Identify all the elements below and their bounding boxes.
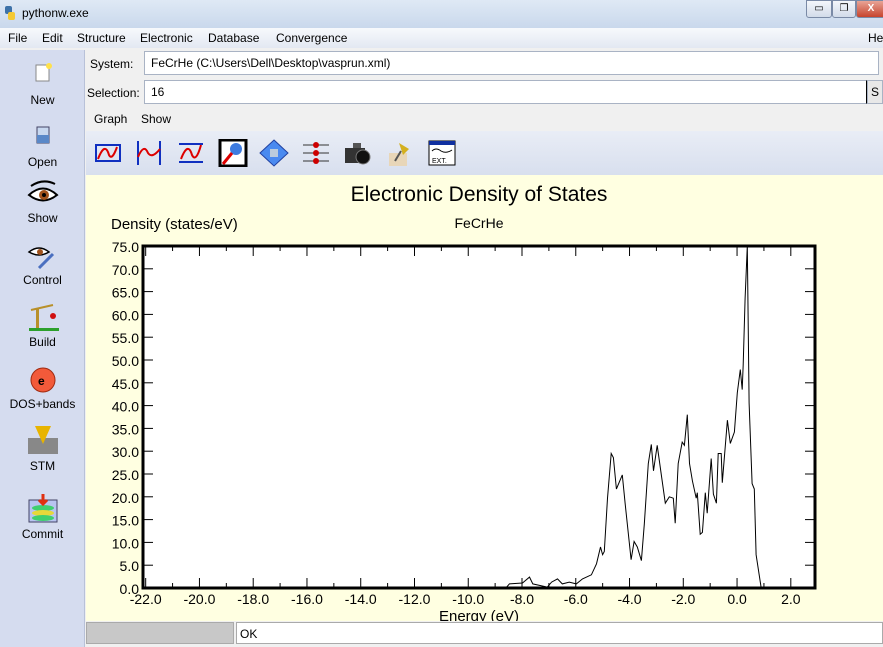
sidebar-item-label: New — [30, 93, 55, 107]
export-icon[interactable]: EXT. — [427, 139, 457, 167]
y-tick-label: 75.0 — [112, 239, 139, 255]
menu-bar: File Edit Structure Electronic Database … — [0, 28, 883, 48]
svg-text:EXT.: EXT. — [432, 158, 447, 165]
y-tick-label: 70.0 — [112, 262, 139, 278]
dos-chart: Electronic Density of States FeCrHe Dens… — [86, 175, 883, 625]
system-field[interactable]: FeCrHe (C:\Users\Dell\Desktop\vasprun.xm… — [144, 51, 879, 75]
y-tick-label: 0.0 — [120, 581, 140, 597]
eye-icon — [26, 180, 59, 202]
sidebar-item-commit[interactable]: Commit — [0, 494, 85, 541]
y-tick-label: 30.0 — [112, 444, 139, 460]
camera-icon[interactable] — [343, 139, 373, 167]
dos-plot: Electronic Density of States FeCrHe Dens… — [111, 183, 817, 625]
x-tick-label: -12.0 — [399, 591, 431, 607]
y-tick-label: 50.0 — [112, 353, 139, 369]
menu-help[interactable]: He — [868, 31, 883, 45]
window-title: pythonw.exe — [22, 6, 89, 20]
stm-tip-icon — [27, 426, 58, 454]
python-icon — [5, 6, 15, 20]
sidebar-item-label: STM — [29, 459, 56, 473]
x-tick-label: -6.0 — [564, 591, 588, 607]
tab-graph[interactable]: Graph — [94, 112, 127, 126]
menu-database[interactable]: Database — [208, 31, 259, 45]
sidebar-item-show[interactable]: Show — [0, 178, 85, 225]
open-icon — [36, 126, 49, 144]
status-bar: OK — [86, 621, 883, 645]
chart-subtitle: FeCrHe — [454, 215, 503, 231]
selection-button[interactable]: S — [867, 80, 883, 104]
sidebar-item-control[interactable]: Control — [0, 240, 85, 287]
sidebar-item-label: Build — [29, 335, 56, 349]
series-icon[interactable] — [301, 139, 331, 167]
pushpin-icon[interactable] — [385, 139, 415, 167]
sidebar-item-open[interactable]: Open — [0, 122, 85, 169]
y-axis-label: Density (states/eV) — [111, 216, 238, 233]
menu-electronic[interactable]: Electronic — [140, 31, 193, 45]
minimize-button[interactable]: ▭ — [806, 0, 832, 18]
sidebar-item-new[interactable]: New — [0, 60, 85, 107]
status-text: OK — [236, 622, 883, 644]
sidebar-item-label: Commit — [21, 527, 64, 541]
y-tick-label: 15.0 — [112, 513, 139, 529]
title-bar: pythonw.exe ▭ ❐ X — [0, 0, 883, 28]
x-tick-label: -20.0 — [183, 591, 215, 607]
x-tick-label: -4.0 — [617, 591, 641, 607]
menu-edit[interactable]: Edit — [42, 31, 63, 45]
electron-icon: e — [30, 367, 55, 393]
x-axis-label: Energy (eV) — [439, 608, 519, 621]
x-tick-label: -2.0 — [671, 591, 695, 607]
plot-area — [141, 244, 817, 590]
close-button[interactable]: X — [856, 0, 883, 18]
x-tick-label: -14.0 — [345, 591, 377, 607]
sidebar-item-label: Show — [27, 211, 58, 225]
y-tick-label: 20.0 — [112, 490, 139, 506]
graph-toolbar: EXT. — [86, 131, 883, 175]
plot-frame-icon[interactable] — [93, 139, 123, 167]
system-label: System: — [90, 57, 134, 71]
y-tick-label: 40.0 — [112, 399, 139, 415]
sidebar-item-label: Open — [27, 155, 58, 169]
zoom-icon[interactable] — [218, 139, 248, 167]
y-tick-label: 45.0 — [112, 376, 139, 392]
new-file-icon — [35, 63, 52, 82]
svg-text:e: e — [38, 374, 45, 388]
pan-icon[interactable] — [259, 139, 289, 167]
y-tick-label: 35.0 — [112, 421, 139, 437]
eye-wrench-icon — [27, 247, 54, 270]
menu-file[interactable]: File — [8, 31, 27, 45]
peak-markers-icon[interactable] — [134, 139, 164, 167]
sidebar-item-dos-bands[interactable]: e DOS+bands — [0, 364, 85, 411]
tab-bar: Graph Show — [86, 109, 883, 128]
x-tick-label: -8.0 — [510, 591, 534, 607]
y-tick-label: 65.0 — [112, 285, 139, 301]
x-tick-label: 2.0 — [781, 591, 801, 607]
x-tick-label: -18.0 — [237, 591, 269, 607]
y-tick-label: 60.0 — [112, 307, 139, 323]
maximize-button[interactable]: ❐ — [832, 0, 856, 18]
sidebar-item-build[interactable]: Build — [0, 302, 85, 349]
menu-structure[interactable]: Structure — [77, 31, 126, 45]
x-tick-label: 0.0 — [727, 591, 747, 607]
sidebar-item-stm[interactable]: STM — [0, 426, 85, 473]
tab-show[interactable]: Show — [141, 112, 171, 126]
y-tick-label: 10.0 — [112, 535, 139, 551]
menu-convergence[interactable]: Convergence — [276, 31, 347, 45]
sidebar: New Open Show Control Build e DOS+bands … — [0, 50, 85, 647]
y-tick-label: 5.0 — [120, 558, 140, 574]
selection-label: Selection: — [87, 86, 140, 100]
progress-bar — [86, 622, 234, 644]
database-commit-icon — [28, 494, 57, 523]
y-tick-label: 55.0 — [112, 330, 139, 346]
x-tick-label: -16.0 — [291, 591, 323, 607]
sidebar-item-label: DOS+bands — [9, 397, 76, 411]
x-tick-label: -10.0 — [452, 591, 484, 607]
selection-input[interactable]: 16 — [144, 80, 867, 104]
y-tick-label: 25.0 — [112, 467, 139, 483]
crane-icon — [28, 304, 59, 331]
chart-title: Electronic Density of States — [351, 183, 608, 206]
range-icon[interactable] — [176, 139, 206, 167]
sidebar-item-label: Control — [23, 273, 62, 287]
